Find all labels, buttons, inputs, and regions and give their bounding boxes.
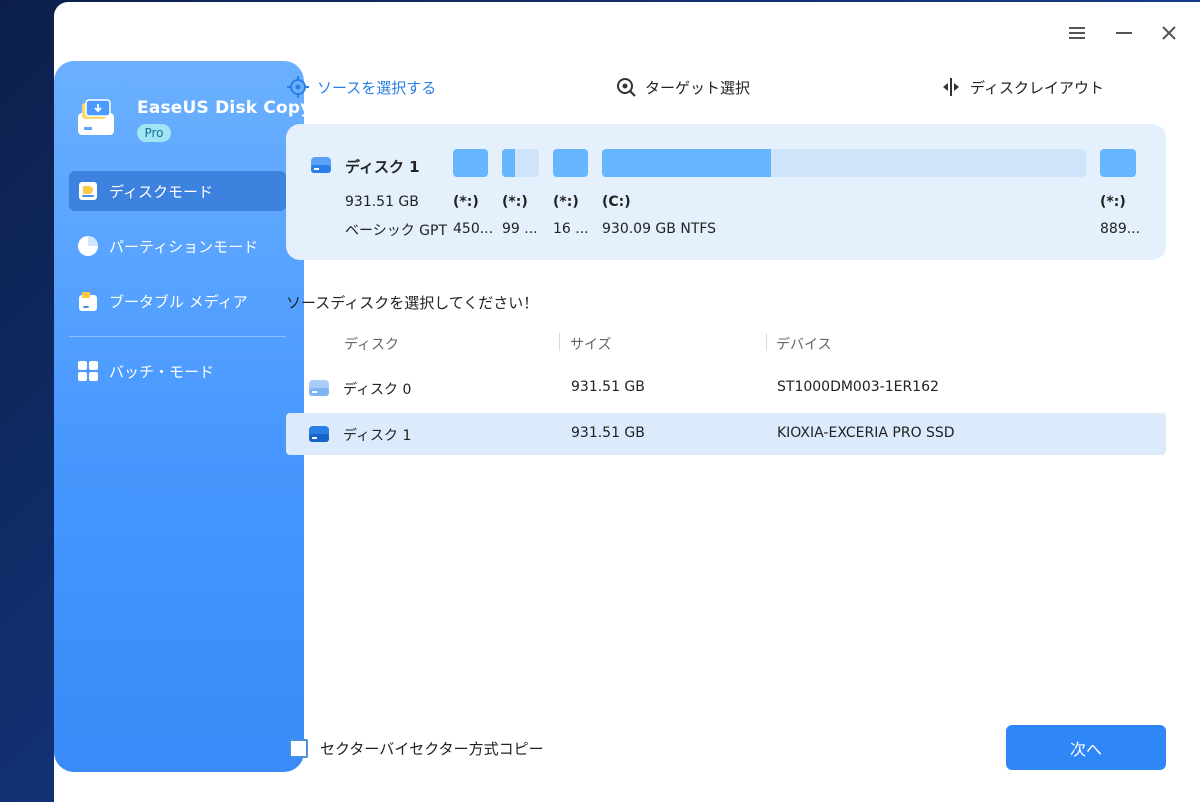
partition-size: 99 ... bbox=[502, 221, 538, 237]
partition-fill bbox=[453, 149, 488, 177]
step-target-label: ターゲット選択 bbox=[645, 78, 751, 97]
sidebar-item-bootable-media[interactable]: ブータブル メディア bbox=[69, 281, 286, 321]
partition-fill bbox=[1100, 149, 1136, 177]
select-source-prompt: ソースディスクを選択してください！ bbox=[286, 294, 539, 312]
partition-label: (*:) bbox=[553, 194, 579, 210]
target-search-icon bbox=[615, 76, 637, 98]
partition-bar bbox=[502, 149, 539, 177]
sidebar-item-label: ブータブル メディア bbox=[109, 292, 248, 311]
table-header: ディスク サイズ デバイス bbox=[286, 323, 1166, 363]
partition-size: 16 ... bbox=[553, 221, 589, 237]
close-icon[interactable] bbox=[1154, 18, 1184, 48]
hamburger-icon[interactable] bbox=[1062, 18, 1092, 48]
disk-mode-icon bbox=[77, 180, 99, 202]
sidebar-divider bbox=[69, 336, 286, 337]
disk-table: ディスク サイズ デバイス ディスク 0 931.51 GB ST1000DM0… bbox=[286, 323, 1166, 455]
table-row-selected[interactable]: ディスク 1 931.51 GB KIOXIA-EXCERIA PRO SSD bbox=[286, 413, 1166, 455]
edition-badge: Pro bbox=[137, 124, 171, 142]
hdd-icon bbox=[308, 379, 330, 401]
source-disk-card: ディスク 1 931.51 GB ベーシック GPT (*:) 450... (… bbox=[286, 124, 1166, 260]
column-separator bbox=[766, 333, 767, 351]
step-source-label: ソースを選択する bbox=[317, 78, 437, 97]
step-layout[interactable]: ディスクレイアウト bbox=[940, 76, 1104, 98]
sector-copy-label: セクターバイセクター方式コピー bbox=[320, 740, 544, 758]
sidebar-item-disk-mode[interactable]: ディスクモード bbox=[69, 171, 286, 211]
row-disk: ディスク 1 bbox=[343, 428, 412, 444]
sidebar-item-batch-mode[interactable]: バッチ・モード bbox=[69, 351, 286, 391]
step-source[interactable]: ソースを選択する bbox=[287, 76, 436, 98]
app-name: EaseUS Disk Copy bbox=[137, 98, 312, 118]
disk-drive-icon bbox=[310, 156, 332, 178]
row-device: ST1000DM003-1ER162 bbox=[777, 379, 939, 395]
minimize-icon[interactable] bbox=[1109, 18, 1139, 48]
step-layout-label: ディスクレイアウト bbox=[970, 78, 1104, 97]
table-row[interactable]: ディスク 0 931.51 GB ST1000DM003-1ER162 bbox=[286, 367, 1166, 409]
partition-fill bbox=[602, 149, 772, 177]
partition-size: 889... bbox=[1100, 221, 1141, 237]
disk-name: ディスク 1 bbox=[345, 158, 420, 176]
partition-bar bbox=[1100, 149, 1136, 177]
partition-size: 450... bbox=[453, 221, 494, 237]
partition-bar bbox=[553, 149, 588, 177]
row-disk: ディスク 0 bbox=[343, 382, 412, 398]
partition-fill bbox=[502, 149, 515, 177]
step-target[interactable]: ターゲット選択 bbox=[615, 76, 750, 98]
header-device[interactable]: デバイス bbox=[776, 334, 832, 354]
partition-bar bbox=[602, 149, 1086, 177]
sector-copy-checkbox[interactable] bbox=[289, 739, 308, 758]
row-device: KIOXIA-EXCERIA PRO SSD bbox=[777, 425, 955, 441]
sector-copy-option[interactable]: セクターバイセクター方式コピー bbox=[289, 738, 544, 759]
sidebar-item-label: ディスクモード bbox=[109, 182, 213, 201]
crosshair-icon bbox=[287, 76, 309, 98]
next-button[interactable]: 次へ bbox=[1006, 725, 1166, 770]
wizard-steps: ソースを選択する ターゲット選択 ディスクレイアウト bbox=[0, 76, 1200, 165]
bootable-media-icon bbox=[77, 290, 99, 312]
partition-bar bbox=[453, 149, 488, 177]
sidebar-item-partition-mode[interactable]: パーティションモード bbox=[69, 226, 286, 266]
partition-label: (*:) bbox=[1100, 194, 1126, 210]
column-separator bbox=[559, 333, 560, 351]
sidebar-item-label: バッチ・モード bbox=[109, 362, 215, 381]
disk-size: 931.51 GB bbox=[345, 194, 419, 210]
sidebar-item-label: パーティションモード bbox=[109, 237, 259, 256]
row-size: 931.51 GB bbox=[571, 379, 645, 395]
partition-label: (*:) bbox=[453, 194, 479, 210]
partition-label: (C:) bbox=[602, 194, 631, 210]
header-size[interactable]: サイズ bbox=[570, 334, 612, 354]
ssd-icon bbox=[308, 425, 330, 447]
sidebar: EaseUS Disk Copy Pro ディスクモード パーティションモード … bbox=[54, 61, 311, 772]
partition-size: 930.09 GB NTFS bbox=[602, 221, 717, 237]
row-size: 931.51 GB bbox=[571, 425, 645, 441]
header-disk[interactable]: ディスク bbox=[344, 334, 399, 354]
disk-layout-icon bbox=[940, 76, 962, 98]
partition-fill bbox=[553, 149, 588, 177]
disk-type: ベーシック GPT bbox=[345, 223, 448, 239]
batch-grid-icon bbox=[77, 360, 99, 382]
partition-pie-icon bbox=[77, 235, 99, 257]
partition-label: (*:) bbox=[502, 194, 528, 210]
app-logo-icon bbox=[76, 99, 116, 141]
